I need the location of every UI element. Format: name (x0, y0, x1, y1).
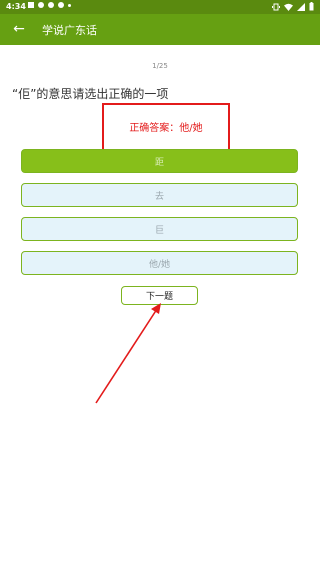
correct-answer-text: 正确答案：他/她 (129, 123, 203, 134)
app-bar: ← 学说广东话 (0, 14, 320, 45)
status-bar: 4:34 (0, 0, 320, 14)
vibrate-icon (272, 3, 280, 10)
system-icons (272, 2, 314, 11)
option-3[interactable]: 巨 (21, 217, 298, 241)
app-title: 学说广东话 (42, 24, 97, 37)
status-time: 4:34 (6, 2, 26, 11)
app-notification-icon (58, 2, 64, 8)
question-text: “佢”的意思请选出正确的一项 (12, 87, 169, 101)
battery-icon (309, 2, 314, 11)
more-notifications-icon (68, 3, 71, 7)
notification-icons (28, 2, 71, 8)
image-notification-icon (28, 2, 34, 8)
correct-answer-highlight: 正确答案：他/她 (102, 103, 230, 151)
wifi-icon (284, 3, 293, 11)
signal-icon (297, 2, 305, 11)
app-notification-icon (48, 2, 54, 8)
option-1[interactable]: 距 (21, 149, 298, 173)
arrow-line (95, 308, 158, 404)
arrow-left-icon[interactable]: ← (10, 20, 28, 38)
option-4[interactable]: 他/她 (21, 251, 298, 275)
app-notification-icon (38, 2, 44, 8)
next-question-button[interactable]: 下一题 (121, 286, 198, 305)
option-2[interactable]: 去 (21, 183, 298, 207)
quiz-progress: 1/25 (152, 62, 168, 70)
